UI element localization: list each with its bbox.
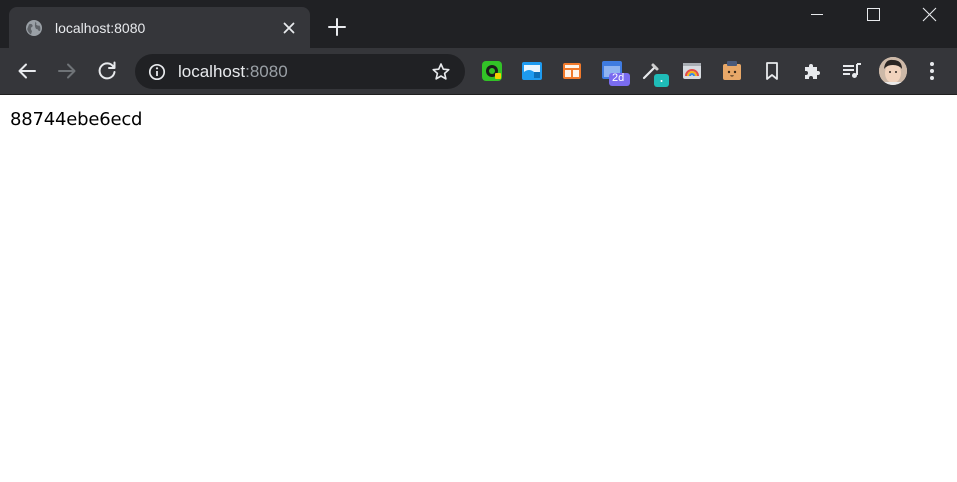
camera-extension-icon[interactable] [481, 60, 503, 82]
arrow-right-icon[interactable] [55, 59, 79, 83]
bookmark-icon[interactable] [761, 60, 783, 82]
url-host: localhost [178, 62, 246, 81]
layout-extension-icon[interactable] [561, 60, 583, 82]
box-face-extension-icon[interactable] [721, 60, 743, 82]
page-body-text: 88744ebe6ecd [10, 109, 143, 130]
address-url[interactable]: localhost:8080 [178, 62, 288, 82]
arrow-left-icon[interactable] [15, 59, 39, 83]
close-icon[interactable] [281, 20, 297, 36]
eyedropper-extension-icon[interactable] [641, 60, 671, 88]
calendar-badge: 2d [612, 72, 625, 84]
window-extension-icon[interactable] [521, 60, 543, 82]
rainbow-window-extension-icon[interactable] [681, 60, 703, 82]
url-port: :8080 [245, 62, 288, 81]
plus-icon[interactable] [326, 16, 348, 38]
minimize-icon[interactable] [789, 0, 846, 30]
puzzle-icon[interactable] [801, 60, 823, 82]
calendar-extension-icon[interactable]: 2d [601, 59, 631, 87]
close-icon[interactable] [901, 0, 957, 30]
tab-localhost[interactable]: localhost:8080 [9, 7, 310, 48]
avatar[interactable] [879, 57, 907, 85]
maximize-icon[interactable] [845, 0, 902, 30]
profile-picture [879, 57, 907, 85]
title-bar: localhost:8080 [0, 0, 957, 48]
globe-icon [26, 20, 42, 36]
reload-icon[interactable] [95, 59, 119, 83]
media-queue-icon[interactable] [841, 60, 863, 82]
info-icon[interactable] [148, 63, 166, 81]
star-icon[interactable] [431, 62, 451, 82]
browser-toolbar: localhost:8080 2d [0, 48, 957, 95]
vertical-dots-icon[interactable] [921, 59, 943, 83]
tab-title: localhost:8080 [55, 20, 146, 36]
address-bar[interactable]: localhost:8080 [135, 54, 465, 89]
